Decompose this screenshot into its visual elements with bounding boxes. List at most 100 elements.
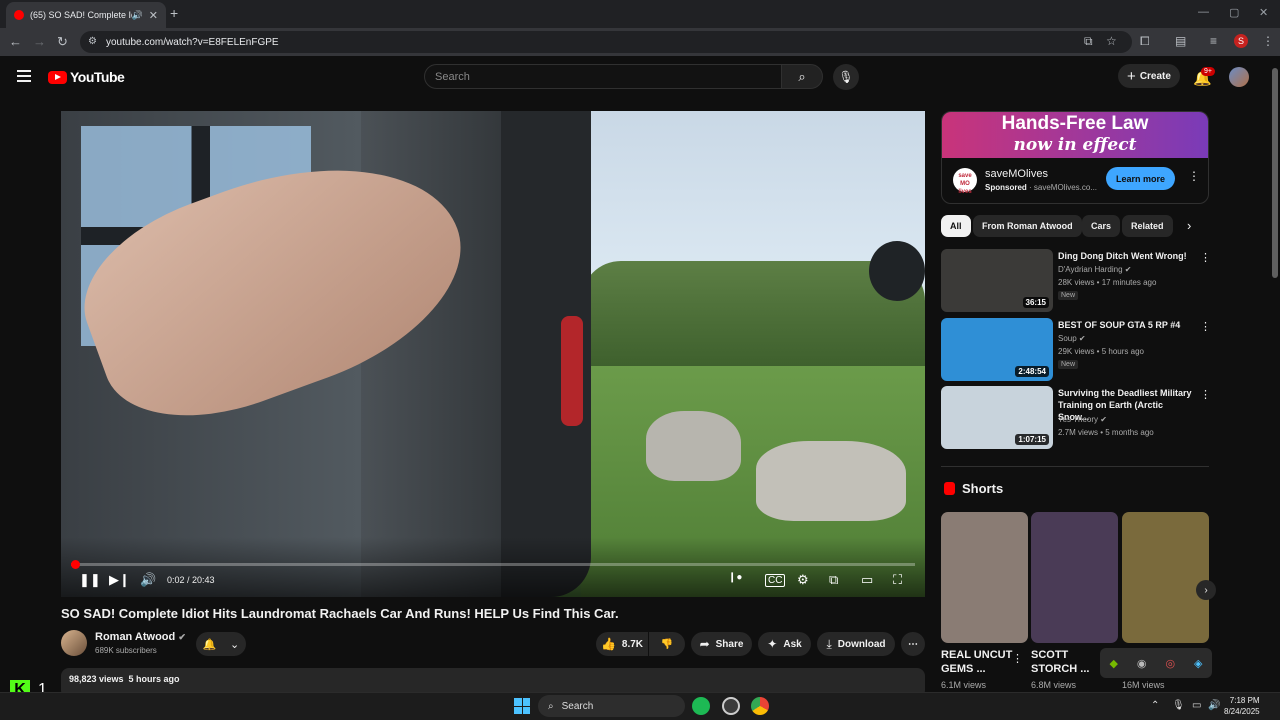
captions-button[interactable]: CC bbox=[765, 574, 786, 587]
maximize-button[interactable]: ▢ bbox=[1229, 6, 1239, 19]
browser-menu-icon[interactable]: ⋮ bbox=[1262, 34, 1274, 48]
forward-button[interactable]: → bbox=[33, 34, 46, 49]
media-controls-icon[interactable]: ≡ bbox=[1210, 34, 1217, 48]
ask-button[interactable]: ✦ Ask bbox=[758, 632, 811, 656]
obs-icon[interactable] bbox=[722, 697, 740, 715]
chip-all[interactable]: All bbox=[941, 215, 971, 237]
dislike-button[interactable]: 👎 bbox=[649, 632, 685, 656]
download-label: Download bbox=[837, 638, 886, 650]
video-mirror-knob bbox=[869, 241, 925, 301]
recommended-video[interactable]: 2:48:54 BEST OF SOUP GTA 5 RP #4 Soup ✔ … bbox=[941, 318, 1211, 382]
nvidia-icon[interactable]: ◆ bbox=[1109, 657, 1117, 670]
new-tab-button[interactable]: + bbox=[170, 5, 178, 21]
scrollbar-thumb[interactable] bbox=[1272, 68, 1278, 278]
channel-avatar[interactable] bbox=[61, 630, 87, 656]
bookmark-star-icon[interactable]: ☆ bbox=[1106, 34, 1117, 48]
search-button[interactable]: ⌕ bbox=[781, 64, 823, 89]
browser-tab[interactable]: (65) SO SAD! Complete Idi 🔊 ✕ bbox=[6, 2, 166, 28]
profile-avatar[interactable]: S bbox=[1234, 34, 1248, 48]
spotify-icon[interactable] bbox=[692, 697, 710, 715]
close-tab-icon[interactable]: ✕ bbox=[149, 9, 158, 22]
ad-more-icon[interactable]: ⋮ bbox=[1188, 169, 1200, 183]
minimize-button[interactable]: — bbox=[1198, 6, 1209, 18]
pause-button[interactable]: ❚❚ bbox=[79, 572, 101, 588]
create-button[interactable]: + Create bbox=[1118, 64, 1180, 88]
chip-cars[interactable]: Cars bbox=[1082, 215, 1121, 237]
create-label: Create bbox=[1139, 70, 1171, 82]
search-input[interactable]: Search bbox=[424, 64, 782, 89]
channel-name[interactable]: Roman Atwood ✔ bbox=[95, 631, 186, 643]
short-title[interactable]: SCOTT STORCH ... bbox=[1031, 648, 1109, 676]
chevron-right-icon[interactable]: › bbox=[1187, 218, 1191, 233]
video-title[interactable]: Ding Dong Ditch Went Wrong! bbox=[1058, 250, 1194, 262]
app-tray-icon[interactable]: ◈ bbox=[1194, 657, 1202, 670]
more-vertical-icon[interactable]: ⋮ bbox=[1012, 652, 1023, 665]
short-thumbnail[interactable] bbox=[1031, 512, 1118, 643]
system-clock[interactable]: 7:18 PM 8/24/2025 bbox=[1224, 695, 1260, 717]
video-thumbnail[interactable]: 36:15 bbox=[941, 249, 1053, 312]
volume-tray-icon[interactable]: 🔊 bbox=[1208, 700, 1220, 711]
chrome-icon[interactable] bbox=[751, 697, 769, 715]
settings-gear-icon[interactable]: ⚙ bbox=[797, 572, 809, 588]
more-vertical-icon[interactable]: ⋮ bbox=[1200, 251, 1211, 264]
progress-bar[interactable] bbox=[71, 560, 915, 569]
tray-chevron-up-icon[interactable]: ⌃ bbox=[1151, 700, 1159, 711]
learn-more-button[interactable]: Learn more bbox=[1106, 167, 1175, 190]
extensions-icon[interactable]: ⧠ bbox=[1140, 34, 1150, 49]
youtube-logo[interactable]: YouTube bbox=[48, 69, 125, 85]
miniplayer-icon[interactable]: ⧉ bbox=[829, 572, 838, 588]
account-avatar[interactable] bbox=[1229, 67, 1249, 87]
taskbar-search[interactable]: ⌕ Search bbox=[538, 695, 685, 717]
short-thumbnail[interactable] bbox=[1122, 512, 1209, 643]
channel-name[interactable]: Soup ✔ bbox=[1058, 334, 1086, 343]
shorts-next-button[interactable]: › bbox=[1196, 580, 1216, 600]
channel-name[interactable]: Yes Theory ✔ bbox=[1058, 415, 1107, 424]
more-vertical-icon[interactable]: ⋮ bbox=[1200, 320, 1211, 333]
scrubber-handle[interactable] bbox=[71, 560, 80, 569]
like-button[interactable]: 👍 8.7K bbox=[596, 632, 648, 656]
short-title[interactable]: REAL UNCUT GEMS ... bbox=[941, 648, 1019, 676]
browser-toolbar: ← → ↻ ⚙ youtube.com/watch?v=E8FELEnFGPE … bbox=[0, 28, 1280, 56]
video-thumbnail[interactable]: 2:48:54 bbox=[941, 318, 1053, 381]
address-bar[interactable]: ⚙ youtube.com/watch?v=E8FELEnFGPE bbox=[80, 31, 1132, 53]
steelseries-icon[interactable]: ◎ bbox=[1165, 657, 1175, 670]
recommended-video[interactable]: 36:15 Ding Dong Ditch Went Wrong! D'Aydr… bbox=[941, 249, 1211, 313]
autoplay-toggle[interactable]: ❙● bbox=[728, 572, 742, 583]
display-tray-icon[interactable]: ▭ bbox=[1192, 700, 1201, 711]
theater-mode-icon[interactable]: ▭ bbox=[861, 572, 873, 588]
discord-icon[interactable]: ◉ bbox=[1137, 657, 1147, 670]
chip-related[interactable]: Related bbox=[1122, 215, 1173, 237]
channel-name[interactable]: D'Aydrian Harding ✔ bbox=[1058, 265, 1131, 274]
video-title[interactable]: BEST OF SOUP GTA 5 RP #4 bbox=[1058, 319, 1194, 331]
url-text: youtube.com/watch?v=E8FELEnFGPE bbox=[106, 36, 279, 48]
fullscreen-icon[interactable]: ⛶ bbox=[893, 572, 902, 588]
audio-playing-icon[interactable]: 🔊 bbox=[132, 10, 143, 21]
views-and-date: 98,823 views 5 hours ago bbox=[69, 674, 180, 684]
site-info-icon[interactable]: ⚙ bbox=[88, 36, 97, 47]
chip-from-channel[interactable]: From Roman Atwood bbox=[973, 215, 1082, 237]
menu-hamburger-icon[interactable] bbox=[17, 70, 31, 82]
ad-banner[interactable]: Hands-Free Law now in effect bbox=[942, 112, 1208, 158]
short-thumbnail[interactable] bbox=[941, 512, 1028, 643]
back-button[interactable]: ← bbox=[9, 34, 22, 49]
recommended-video[interactable]: 1:07:15 Surviving the Deadliest Military… bbox=[941, 386, 1211, 450]
subscription-bell-button[interactable]: 🔔 ⌄ bbox=[196, 632, 246, 656]
video-thumbnail[interactable]: 1:07:15 bbox=[941, 386, 1053, 449]
more-actions-button[interactable]: ⋯ bbox=[901, 632, 925, 656]
more-vertical-icon[interactable]: ⋮ bbox=[1200, 388, 1211, 401]
voice-search-button[interactable]: 🎙 bbox=[833, 64, 859, 90]
next-button[interactable]: ▶❙ bbox=[109, 572, 130, 588]
microphone-tray-icon[interactable]: 🎙 bbox=[1172, 700, 1185, 711]
video-player[interactable]: ❚❚ ▶❙ 🔊 0:02 / 20:43 ❙● CC ⚙ ⧉ ▭ ⛶ bbox=[61, 111, 925, 597]
download-button[interactable]: ⤓ Download bbox=[817, 632, 895, 656]
install-app-icon[interactable]: ⧉ bbox=[1084, 34, 1093, 49]
windows-start-icon[interactable] bbox=[514, 698, 530, 714]
sponsored-ad[interactable]: Hands-Free Law now in effect save MO liv… bbox=[941, 111, 1209, 204]
share-button[interactable]: ➦ Share bbox=[691, 632, 752, 656]
close-window-button[interactable]: ✕ bbox=[1259, 6, 1268, 19]
side-panel-icon[interactable]: ▤ bbox=[1175, 34, 1186, 48]
volume-icon[interactable]: 🔊 bbox=[140, 572, 156, 588]
reload-button[interactable]: ↻ bbox=[57, 34, 68, 50]
windows-taskbar: ⌕ Search ⌃ 🎙 ▭ 🔊 7:18 PM 8/24/2025 bbox=[0, 692, 1280, 720]
shorts-logo-icon bbox=[944, 482, 955, 495]
